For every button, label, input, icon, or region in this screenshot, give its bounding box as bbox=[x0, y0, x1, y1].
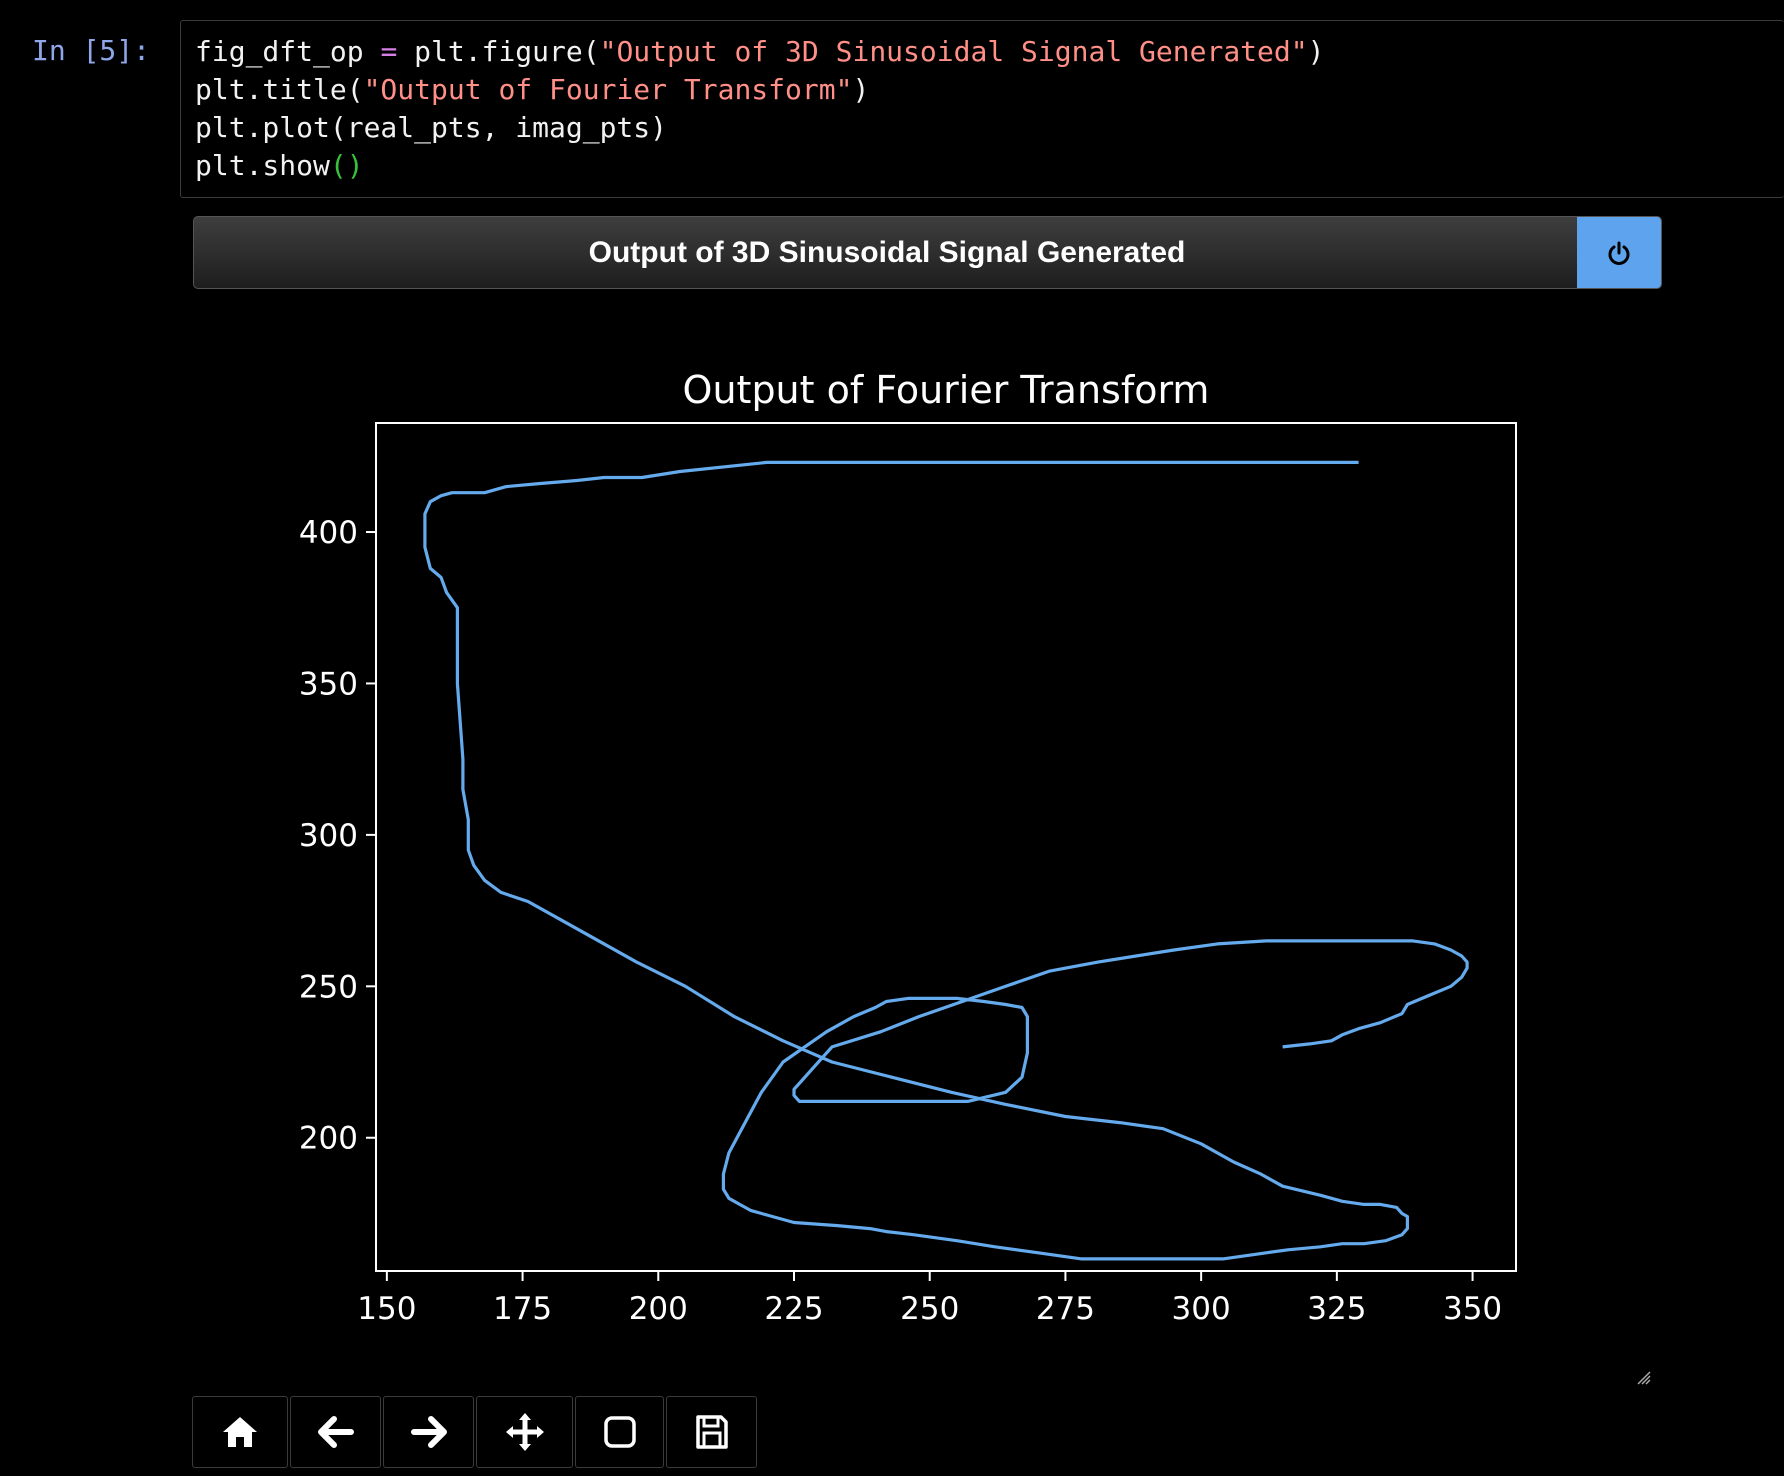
x-tick-label: 275 bbox=[1036, 1291, 1095, 1327]
x-tick-label: 325 bbox=[1307, 1291, 1366, 1327]
x-tick-label: 225 bbox=[764, 1291, 823, 1327]
move-icon bbox=[505, 1413, 544, 1451]
series-line bbox=[423, 460, 1469, 1261]
figure-toolbar bbox=[192, 1396, 759, 1468]
forward-button[interactable] bbox=[383, 1396, 474, 1468]
zoom-rect-button[interactable] bbox=[575, 1396, 664, 1468]
x-tick-label: 200 bbox=[629, 1291, 688, 1327]
y-tick-label: 300 bbox=[299, 818, 358, 854]
resize-grip-icon[interactable] bbox=[1634, 1368, 1652, 1386]
x-tick-label: 250 bbox=[900, 1291, 959, 1327]
notebook-cell: In [5]: fig_dft_op = plt.figure("Output … bbox=[0, 0, 1784, 1476]
home-icon bbox=[223, 1417, 257, 1447]
chart-title: Output of Fourier Transform bbox=[683, 368, 1210, 412]
plot-frame bbox=[375, 422, 1517, 1272]
x-tick-label: 175 bbox=[493, 1291, 552, 1327]
arrow-right-icon bbox=[410, 1416, 447, 1448]
y-tick-label: 200 bbox=[299, 1121, 358, 1157]
x-tick-label: 350 bbox=[1443, 1291, 1502, 1327]
arrow-left-icon bbox=[317, 1416, 354, 1448]
y-tick-label: 250 bbox=[299, 969, 358, 1005]
x-tick-label: 150 bbox=[357, 1291, 416, 1327]
floppy-icon bbox=[695, 1415, 728, 1449]
x-tick-label: 300 bbox=[1172, 1291, 1231, 1327]
square-icon bbox=[603, 1416, 636, 1448]
pan-button[interactable] bbox=[476, 1396, 573, 1468]
back-button[interactable] bbox=[290, 1396, 381, 1468]
save-button[interactable] bbox=[666, 1396, 757, 1468]
figure-canvas[interactable]: Output of Fourier Transform 150 175 200 225… bbox=[0, 0, 1784, 1476]
y-tick-label: 400 bbox=[299, 515, 358, 551]
home-button[interactable] bbox=[192, 1396, 288, 1468]
y-tick-label: 350 bbox=[299, 666, 358, 702]
